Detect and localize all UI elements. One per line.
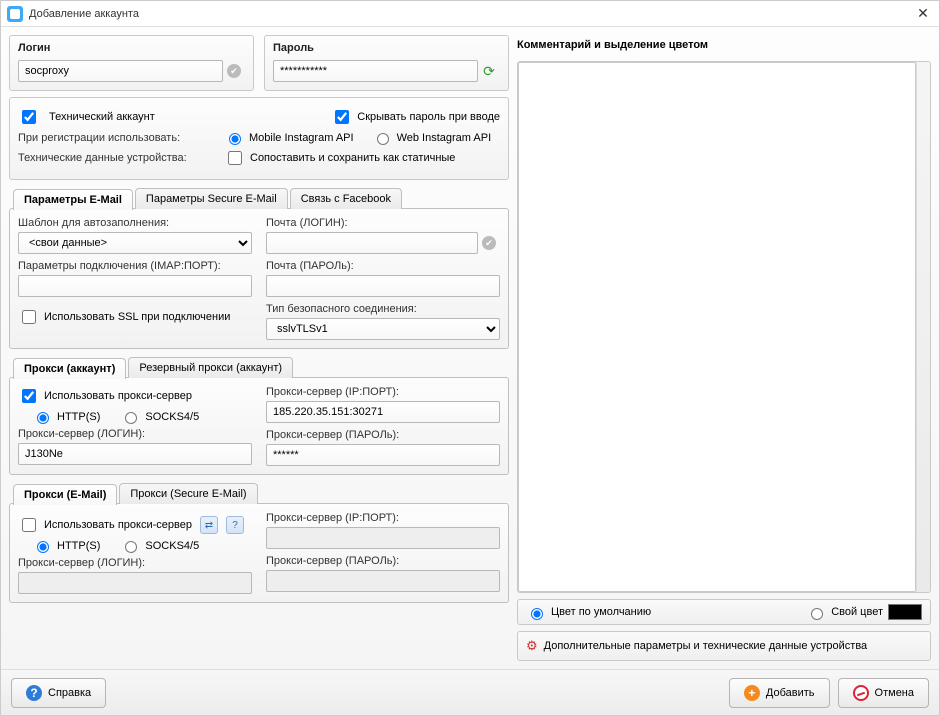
color-row: Цвет по умолчанию Свой цвет — [517, 599, 931, 625]
add-button[interactable]: + Добавить — [729, 678, 830, 708]
add-account-window: Добавление аккаунта ✕ Логин Пароль ⟳ — [0, 0, 940, 716]
device-data-label: Технические данные устройства: — [18, 152, 218, 164]
secure-type-label: Тип безопасного соединения: — [266, 303, 500, 315]
password-input[interactable] — [273, 60, 478, 82]
proxy-account-login-input[interactable] — [18, 443, 252, 465]
email-tab-body: Шаблон для автозаполнения: <свои данные>… — [9, 208, 509, 349]
close-icon[interactable]: ✕ — [913, 5, 933, 22]
email-tabs: Параметры E-Mail Параметры Secure E-Mail… — [13, 188, 509, 209]
proxy-account-socks-radio[interactable]: SOCKS4/5 — [120, 409, 199, 424]
proxy-email-login-label: Прокси-сервер (ЛОГИН): — [18, 557, 252, 569]
proxy-account-http-radio[interactable]: HTTP(S) — [32, 409, 100, 424]
help-icon: ? — [26, 685, 42, 701]
tech-account-checkbox[interactable]: Технический аккаунт — [18, 107, 155, 127]
window-title: Добавление аккаунта — [29, 8, 913, 20]
app-icon — [7, 6, 23, 22]
mail-password-input[interactable] — [266, 275, 500, 297]
own-color-radio[interactable]: Свой цвет — [806, 605, 883, 620]
proxy-email-ipport-label: Прокси-сервер (IP:ПОРТ): — [266, 512, 500, 524]
footer: ? Справка + Добавить Отмена — [1, 669, 939, 715]
account-options-panel: Технический аккаунт Скрывать пароль при … — [9, 97, 509, 180]
mail-password-label: Почта (ПАРОЛь): — [266, 260, 500, 272]
settings-icon: ⚙ — [526, 638, 538, 654]
extra-params-link[interactable]: ⚙ Дополнительные параметры и технические… — [517, 631, 931, 661]
proxy-account-ipport-label: Прокси-сервер (IP:ПОРТ): — [266, 386, 500, 398]
proxy-email-password-label: Прокси-сервер (ПАРОЛь): — [266, 555, 500, 567]
proxy-email-body: Использовать прокси-сервер ⇄ ? HTTP(S) S… — [9, 503, 509, 603]
titlebar: Добавление аккаунта ✕ — [1, 1, 939, 27]
mail-login-input[interactable] — [266, 232, 478, 254]
default-color-radio[interactable]: Цвет по умолчанию — [526, 605, 651, 620]
proxy-account-ipport-input[interactable] — [266, 401, 500, 423]
web-api-radio[interactable]: Web Instagram API — [372, 130, 492, 145]
comment-section-label: Комментарий и выделение цветом — [517, 39, 931, 51]
imap-port-label: Параметры подключения (IMAP:ПОРТ): — [18, 260, 252, 272]
mail-login-label: Почта (ЛОГИН): — [266, 217, 500, 229]
mail-login-status-icon — [478, 232, 500, 254]
proxy-email-ipport-input[interactable] — [266, 527, 500, 549]
match-save-checkbox[interactable]: Сопоставить и сохранить как статичные — [224, 148, 455, 168]
password-label: Пароль — [273, 42, 500, 54]
login-panel: Логин — [9, 35, 254, 91]
tab-proxy-account[interactable]: Прокси (аккаунт) — [13, 358, 126, 379]
login-label: Логин — [18, 42, 245, 54]
proxy-account-password-input[interactable] — [266, 444, 500, 466]
comment-textarea[interactable] — [518, 62, 916, 592]
help-button[interactable]: ? Справка — [11, 678, 106, 708]
password-panel: Пароль ⟳ — [264, 35, 509, 91]
proxy-account-body: Использовать прокси-сервер HTTP(S) SOCKS… — [9, 377, 509, 475]
comment-area-wrap — [517, 61, 931, 593]
cancel-button[interactable]: Отмена — [838, 678, 929, 708]
proxy-email-socks-radio[interactable]: SOCKS4/5 — [120, 538, 199, 553]
use-ssl-checkbox[interactable]: Использовать SSL при подключении — [18, 307, 230, 327]
plus-icon: + — [744, 685, 760, 701]
mobile-api-radio[interactable]: Mobile Instagram API — [224, 130, 354, 145]
secure-type-select[interactable]: sslvTLSv1 — [266, 318, 500, 340]
login-input[interactable] — [18, 60, 223, 82]
color-swatch[interactable] — [888, 604, 922, 620]
autofill-template-select[interactable]: <свои данные> — [18, 232, 252, 254]
use-proxy-email-checkbox[interactable]: Использовать прокси-сервер — [18, 515, 192, 535]
copy-proxy-icon[interactable]: ⇄ — [200, 516, 218, 534]
proxy-help-icon[interactable]: ? — [226, 516, 244, 534]
refresh-password-icon[interactable]: ⟳ — [478, 60, 500, 82]
proxy-email-password-input[interactable] — [266, 570, 500, 592]
proxy-account-tabs: Прокси (аккаунт) Резервный прокси (аккау… — [13, 357, 509, 378]
proxy-email-http-radio[interactable]: HTTP(S) — [32, 538, 100, 553]
hide-password-checkbox[interactable]: Скрывать пароль при вводе — [331, 107, 500, 127]
tab-email-params[interactable]: Параметры E-Mail — [13, 189, 133, 210]
use-proxy-account-checkbox[interactable]: Использовать прокси-сервер — [18, 386, 252, 406]
login-status-icon — [223, 60, 245, 82]
proxy-email-login-input[interactable] — [18, 572, 252, 594]
tab-facebook-link[interactable]: Связь с Facebook — [290, 188, 402, 209]
proxy-account-password-label: Прокси-сервер (ПАРОЛь): — [266, 429, 500, 441]
scrollbar[interactable] — [916, 62, 930, 592]
tab-backup-proxy-account[interactable]: Резервный прокси (аккаунт) — [128, 357, 293, 378]
registration-api-label: При регистрации использовать: — [18, 132, 218, 144]
proxy-account-login-label: Прокси-сервер (ЛОГИН): — [18, 428, 252, 440]
tab-secure-email-params[interactable]: Параметры Secure E-Mail — [135, 188, 288, 209]
autofill-template-label: Шаблон для автозаполнения: — [18, 217, 252, 229]
tab-proxy-secure-email[interactable]: Прокси (Secure E-Mail) — [119, 483, 257, 504]
proxy-email-tabs: Прокси (E-Mail) Прокси (Secure E-Mail) — [13, 483, 509, 504]
imap-port-input[interactable] — [18, 275, 252, 297]
cancel-icon — [853, 685, 869, 701]
tab-proxy-email[interactable]: Прокси (E-Mail) — [13, 484, 117, 505]
